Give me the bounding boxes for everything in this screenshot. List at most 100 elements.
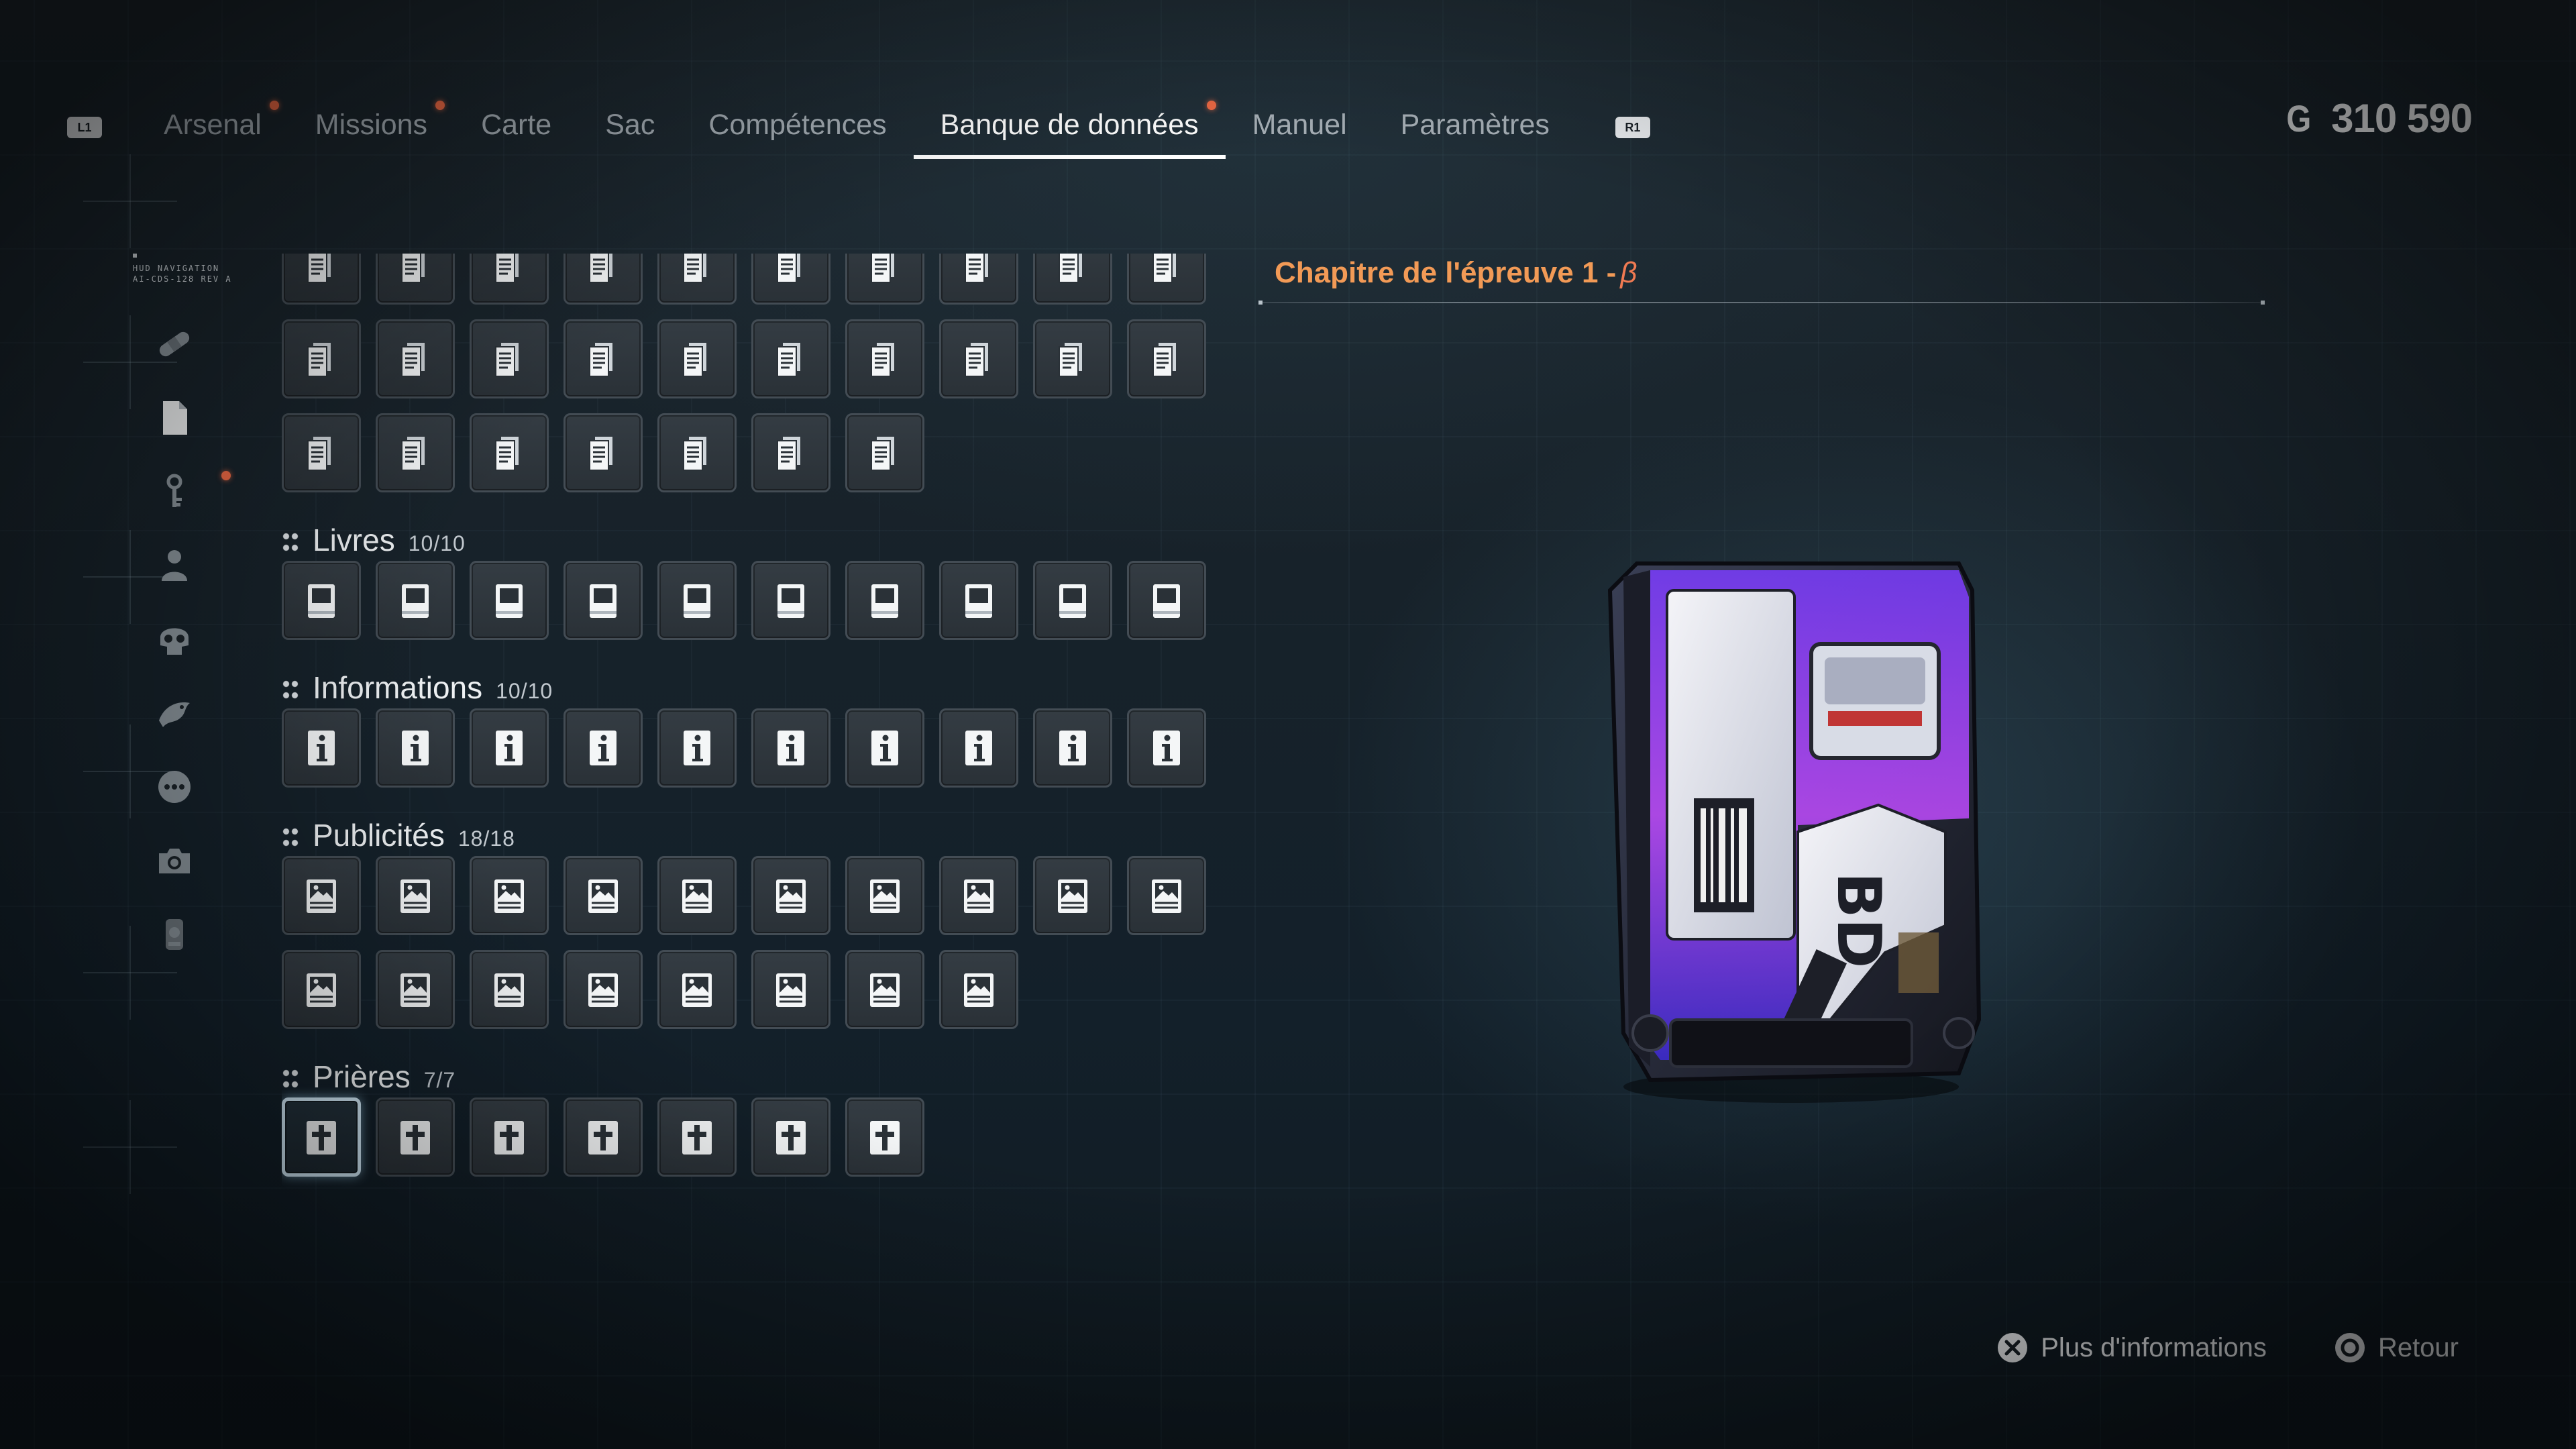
- collectible-tile[interactable]: [282, 254, 361, 305]
- tab-sac[interactable]: Sac: [578, 97, 682, 159]
- sidebar-item-bandage[interactable]: [148, 309, 201, 382]
- collectible-tile[interactable]: [751, 950, 830, 1029]
- collectible-tile[interactable]: [751, 856, 830, 935]
- collectible-tile[interactable]: [939, 708, 1018, 788]
- collectible-tile[interactable]: [1127, 254, 1206, 305]
- tab-missions[interactable]: Missions: [288, 97, 454, 159]
- collectible-tile[interactable]: [939, 856, 1018, 935]
- collectible-tile[interactable]: [657, 708, 737, 788]
- tab-carte[interactable]: Carte: [454, 97, 578, 159]
- sidebar-item-camera[interactable]: [148, 825, 201, 899]
- tab-arsenal[interactable]: Arsenal: [137, 97, 288, 159]
- collectible-tile[interactable]: [1033, 319, 1112, 398]
- collectible-tile[interactable]: [751, 1097, 830, 1177]
- collectible-tile[interactable]: [1033, 254, 1112, 305]
- collectible-tile[interactable]: [282, 856, 361, 935]
- collectible-tile[interactable]: [939, 319, 1018, 398]
- collectible-tile[interactable]: [1127, 856, 1206, 935]
- r1-button-hint[interactable]: R1: [1615, 117, 1650, 138]
- collectible-tile[interactable]: [845, 319, 924, 398]
- collectible-tile[interactable]: [376, 413, 455, 492]
- tab-comp-tences[interactable]: Compétences: [682, 97, 913, 159]
- collectible-tile[interactable]: [939, 254, 1018, 305]
- more-info-prompt[interactable]: Plus d'informations: [1996, 1332, 2267, 1364]
- collectible-tile[interactable]: [376, 254, 455, 305]
- collectible-tile[interactable]: [845, 856, 924, 935]
- tab-param-tres[interactable]: Paramètres: [1374, 97, 1576, 159]
- collectible-tile[interactable]: [376, 708, 455, 788]
- collectible-tile[interactable]: [376, 1097, 455, 1177]
- collectible-tile[interactable]: [1033, 708, 1112, 788]
- collectible-tile[interactable]: [470, 950, 549, 1029]
- collectible-tile[interactable]: [564, 950, 643, 1029]
- currency-amount: 310 590: [2331, 96, 2473, 141]
- collectible-tile[interactable]: [470, 856, 549, 935]
- image-icon: [957, 874, 1000, 917]
- collectible-tile[interactable]: [376, 561, 455, 640]
- sidebar-item-key[interactable]: [148, 456, 231, 530]
- sidebar-item-canister[interactable]: [148, 899, 201, 973]
- collectible-tile[interactable]: [751, 254, 830, 305]
- collectible-tile[interactable]: [845, 254, 924, 305]
- collectible-tile[interactable]: [1127, 561, 1206, 640]
- collectible-tile[interactable]: [939, 950, 1018, 1029]
- collectible-tile[interactable]: [564, 561, 643, 640]
- collectible-tile[interactable]: [657, 561, 737, 640]
- collectible-tile[interactable]: [751, 708, 830, 788]
- collectible-tile[interactable]: [470, 319, 549, 398]
- collectible-tile[interactable]: [470, 1097, 549, 1177]
- sidebar-item-chat[interactable]: [148, 751, 201, 825]
- collectible-tile[interactable]: [564, 254, 643, 305]
- collectible-tile[interactable]: [657, 319, 737, 398]
- collectible-tile[interactable]: [376, 950, 455, 1029]
- collectible-tile[interactable]: [751, 319, 830, 398]
- tab-banque-de-donn-es[interactable]: Banque de données: [913, 97, 1226, 159]
- collectible-tile[interactable]: [282, 708, 361, 788]
- collectible-tile[interactable]: [845, 413, 924, 492]
- collectible-tile[interactable]: [845, 561, 924, 640]
- collectible-tile[interactable]: [657, 1097, 737, 1177]
- collectible-tile[interactable]: [939, 561, 1018, 640]
- collectible-tile[interactable]: [845, 1097, 924, 1177]
- collectible-tile[interactable]: [282, 561, 361, 640]
- collectible-tile[interactable]: [1033, 856, 1112, 935]
- collectible-tile[interactable]: [282, 413, 361, 492]
- collectible-tile[interactable]: [564, 856, 643, 935]
- collectible-tile[interactable]: [845, 950, 924, 1029]
- sidebar-item-creature[interactable]: [148, 678, 201, 751]
- sidebar-item-person[interactable]: [148, 530, 201, 604]
- collectible-tile[interactable]: [470, 708, 549, 788]
- collectible-tile[interactable]: [376, 319, 455, 398]
- sidebar-item-skull[interactable]: [148, 604, 201, 678]
- document-icon: [1145, 254, 1188, 286]
- more-info-label: Plus d'informations: [2041, 1332, 2267, 1362]
- collectible-tile[interactable]: [282, 950, 361, 1029]
- back-prompt[interactable]: Retour: [2334, 1332, 2459, 1364]
- collectible-tile[interactable]: [282, 319, 361, 398]
- category-sidebar: [148, 309, 231, 973]
- collectible-tile[interactable]: [1127, 708, 1206, 788]
- collectible-tile[interactable]: [657, 254, 737, 305]
- sidebar-item-document[interactable]: [148, 382, 201, 456]
- collectible-tile[interactable]: [657, 856, 737, 935]
- collectible-tile[interactable]: [470, 254, 549, 305]
- collectible-tile[interactable]: [470, 413, 549, 492]
- document-icon: [769, 431, 812, 474]
- skull-icon: [155, 620, 194, 661]
- collectible-tile[interactable]: [470, 561, 549, 640]
- collectible-tile[interactable]: [1033, 561, 1112, 640]
- collectible-tile[interactable]: [282, 1097, 361, 1177]
- collectible-tile[interactable]: [564, 708, 643, 788]
- collectible-tile[interactable]: [376, 856, 455, 935]
- collectible-tile[interactable]: [657, 950, 737, 1029]
- collectible-tile[interactable]: [564, 413, 643, 492]
- tab-manuel[interactable]: Manuel: [1226, 97, 1374, 159]
- collectible-tile[interactable]: [1127, 319, 1206, 398]
- collectible-tile[interactable]: [564, 1097, 643, 1177]
- collectible-tile[interactable]: [564, 319, 643, 398]
- collectible-tile[interactable]: [751, 561, 830, 640]
- collectible-tile[interactable]: [657, 413, 737, 492]
- l1-button-hint[interactable]: L1: [67, 117, 102, 138]
- collectible-tile[interactable]: [751, 413, 830, 492]
- collectible-tile[interactable]: [845, 708, 924, 788]
